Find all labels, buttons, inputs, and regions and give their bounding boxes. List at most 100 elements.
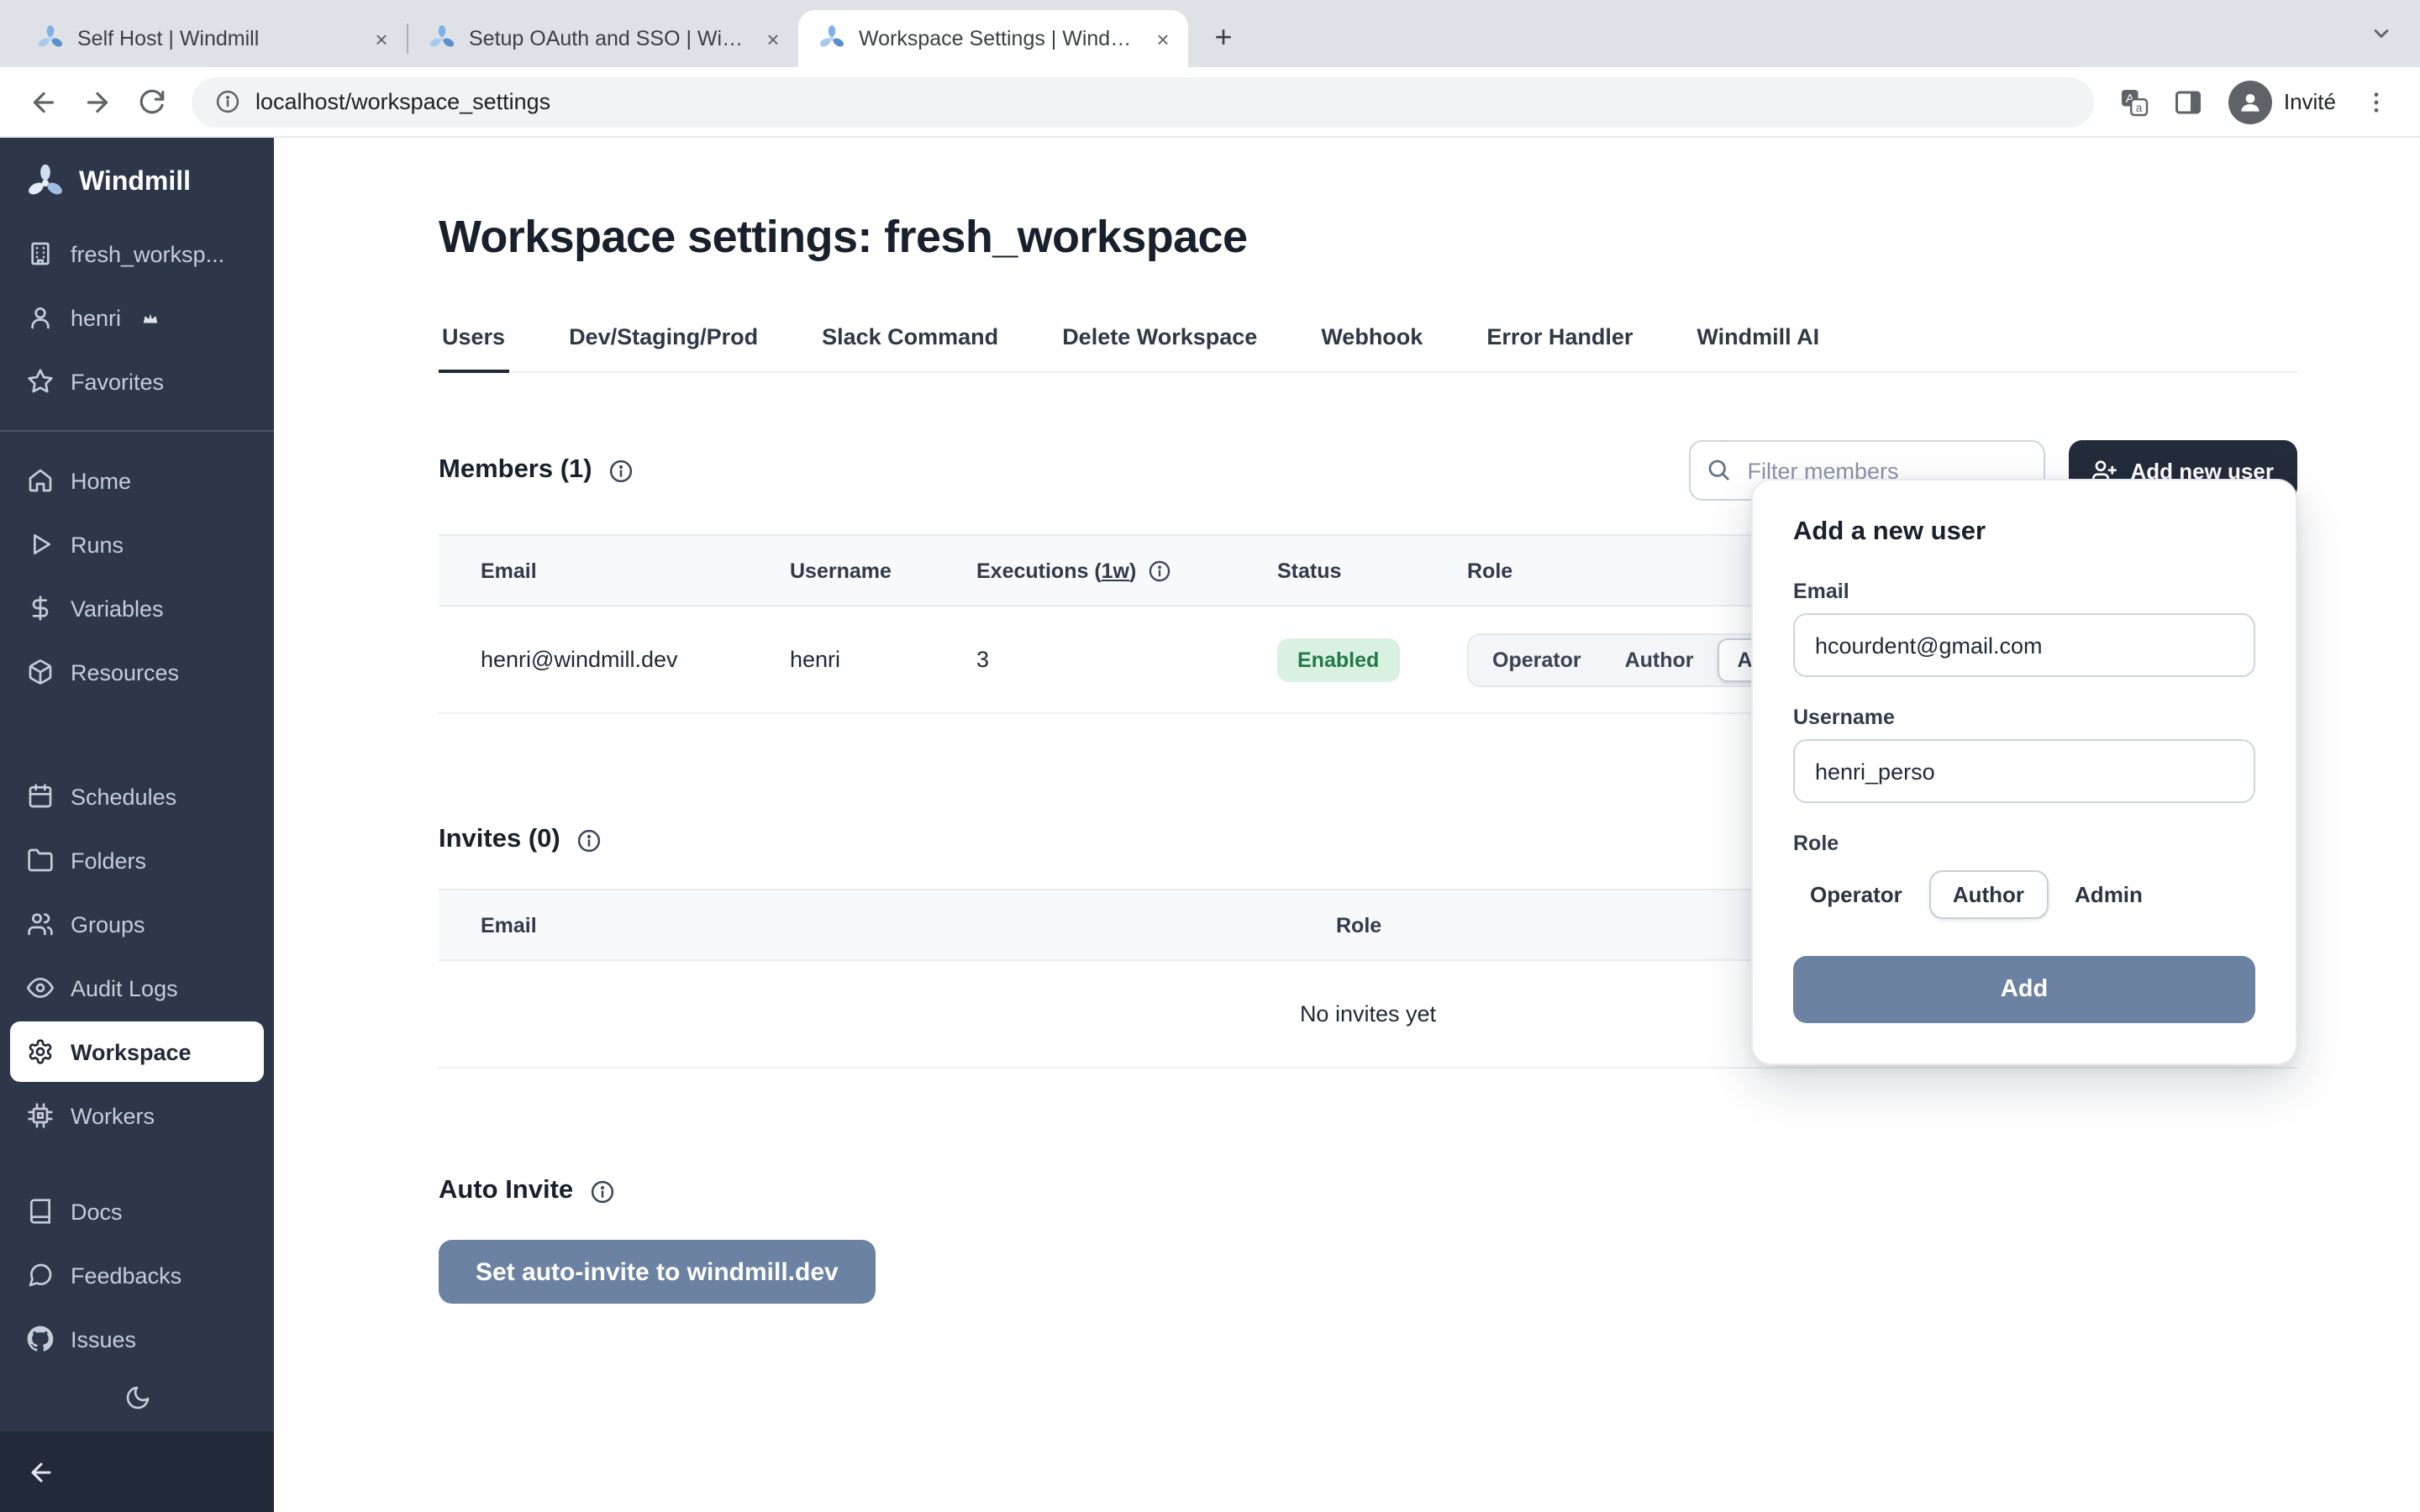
address-bar[interactable]: localhost/workspace_settings xyxy=(192,76,2094,127)
email-label: Email xyxy=(1793,580,2255,603)
browser-tab-self-host[interactable]: Self Host | Windmill × xyxy=(17,10,407,67)
col-invite-email: Email xyxy=(439,890,1336,960)
github-icon xyxy=(27,1326,54,1352)
sidebar-item-label: Workspace xyxy=(71,1039,192,1064)
sidebar-item-label: Schedules xyxy=(71,784,176,809)
browser-profile-chip[interactable]: Invité xyxy=(2215,80,2349,123)
search-icon xyxy=(1706,457,1731,482)
member-email: henri@windmill.dev xyxy=(439,606,790,713)
info-icon[interactable] xyxy=(609,458,634,483)
back-button[interactable] xyxy=(17,75,71,129)
sidebar-item-label: Issues xyxy=(71,1326,136,1352)
dark-mode-toggle[interactable] xyxy=(0,1371,274,1431)
settings-tabs: Users Dev/Staging/Prod Slack Command Del… xyxy=(439,324,2297,373)
page-title: Workspace settings: fresh_workspace xyxy=(439,212,2297,264)
sidebar-footer xyxy=(0,1431,274,1512)
role-author-button[interactable]: Author xyxy=(1605,638,1714,681)
sidebar-divider xyxy=(0,430,274,432)
tab-users[interactable]: Users xyxy=(439,324,508,373)
sidebar: Windmill fresh_worksp... henri Favorites… xyxy=(0,138,274,1512)
collapse-sidebar-icon[interactable] xyxy=(27,1457,55,1486)
sidebar-item-feedbacks[interactable]: Feedbacks xyxy=(10,1245,264,1305)
username-field[interactable] xyxy=(1793,739,2255,803)
reload-button[interactable] xyxy=(124,75,178,129)
close-icon[interactable]: × xyxy=(758,24,788,54)
sidebar-item-home[interactable]: Home xyxy=(10,450,264,511)
tab-error-handler[interactable]: Error Handler xyxy=(1483,324,1636,371)
col-email: Email xyxy=(439,535,790,606)
col-status: Status xyxy=(1277,535,1467,606)
set-auto-invite-button[interactable]: Set auto-invite to windmill.dev xyxy=(439,1240,876,1304)
forward-icon xyxy=(82,87,113,117)
member-username: henri xyxy=(790,606,976,713)
forward-button[interactable] xyxy=(71,75,124,129)
translate-icon: Aa xyxy=(2119,87,2149,117)
star-icon xyxy=(27,368,54,395)
user-icon xyxy=(27,304,54,331)
sidebar-item-folders[interactable]: Folders xyxy=(10,830,264,890)
windmill-favicon xyxy=(818,25,845,52)
close-icon[interactable]: × xyxy=(1148,24,1178,54)
col-username: Username xyxy=(790,535,976,606)
sidebar-item-label: Audit Logs xyxy=(71,975,178,1000)
browser-toolbar: localhost/workspace_settings Aa Invité xyxy=(0,67,2420,138)
sidebar-item-workspace[interactable]: Workspace xyxy=(10,1021,264,1082)
tab-search-chevron[interactable] xyxy=(2370,22,2420,45)
sidebar-item-schedules[interactable]: Schedules xyxy=(10,766,264,827)
reload-icon xyxy=(137,87,166,116)
windmill-brand[interactable]: Windmill xyxy=(0,138,274,222)
tab-dev-staging-prod[interactable]: Dev/Staging/Prod xyxy=(566,324,761,371)
book-icon xyxy=(27,1198,54,1225)
close-icon[interactable]: × xyxy=(366,24,397,54)
url-text: localhost/workspace_settings xyxy=(255,89,550,114)
sidebar-item-favorites[interactable]: Favorites xyxy=(10,351,264,412)
tab-windmill-ai[interactable]: Windmill AI xyxy=(1693,324,1823,371)
sidebar-item-audit-logs[interactable]: Audit Logs xyxy=(10,958,264,1018)
user-icon xyxy=(2237,88,2264,115)
sidebar-item-groups[interactable]: Groups xyxy=(10,894,264,954)
sidebar-item-resources[interactable]: Resources xyxy=(10,642,264,702)
side-panel-icon xyxy=(2173,87,2203,117)
popover-role-admin[interactable]: Admin xyxy=(2058,870,2160,919)
side-panel-button[interactable] xyxy=(2161,75,2215,129)
popover-role-author[interactable]: Author xyxy=(1929,870,2048,919)
cube-icon xyxy=(27,659,54,685)
info-icon[interactable] xyxy=(590,1179,615,1204)
role-operator-button[interactable]: Operator xyxy=(1472,638,1602,681)
browser-tab-workspace-settings[interactable]: Workspace Settings | Windmill × xyxy=(798,10,1188,67)
tab-webhook[interactable]: Webhook xyxy=(1318,324,1426,371)
info-icon[interactable] xyxy=(1148,559,1171,582)
new-tab-button[interactable]: + xyxy=(1202,15,1245,59)
site-info-icon[interactable] xyxy=(215,89,240,114)
windmill-favicon xyxy=(429,25,455,52)
sidebar-item-label: Workers xyxy=(71,1103,155,1128)
users-icon xyxy=(27,911,54,937)
workspace-name: fresh_worksp... xyxy=(71,241,224,266)
email-field[interactable] xyxy=(1793,613,2255,677)
sidebar-item-label: Runs xyxy=(71,532,124,557)
svg-text:a: a xyxy=(2136,101,2143,113)
tab-delete-workspace[interactable]: Delete Workspace xyxy=(1059,324,1260,371)
popover-role-operator[interactable]: Operator xyxy=(1793,870,1919,919)
tab-title: Workspace Settings | Windmill xyxy=(859,27,1134,50)
crown-icon xyxy=(141,308,160,327)
sidebar-item-runs[interactable]: Runs xyxy=(10,514,264,575)
info-icon[interactable] xyxy=(577,827,602,853)
home-icon xyxy=(27,467,54,494)
sidebar-item-label: Folders xyxy=(71,848,146,873)
sidebar-item-user[interactable]: henri xyxy=(10,287,264,348)
translate-button[interactable]: Aa xyxy=(2107,75,2161,129)
eye-icon xyxy=(27,974,54,1001)
tab-slack-command[interactable]: Slack Command xyxy=(818,324,1002,371)
sidebar-item-issues[interactable]: Issues xyxy=(10,1309,264,1369)
add-user-popover: Add a new user Email Username Role Opera… xyxy=(1751,479,2297,1065)
sidebar-item-docs[interactable]: Docs xyxy=(10,1181,264,1242)
members-heading: Members (1) xyxy=(439,455,592,486)
sidebar-item-workspace-selector[interactable]: fresh_worksp... xyxy=(10,223,264,284)
popover-add-button[interactable]: Add xyxy=(1793,956,2255,1023)
sidebar-item-variables[interactable]: Variables xyxy=(10,578,264,638)
sidebar-item-workers[interactable]: Workers xyxy=(10,1085,264,1146)
user-name: henri xyxy=(71,305,121,330)
browser-tab-oauth-sso[interactable]: Setup OAuth and SSO | Windm × xyxy=(408,10,798,67)
browser-menu-button[interactable] xyxy=(2349,75,2403,129)
